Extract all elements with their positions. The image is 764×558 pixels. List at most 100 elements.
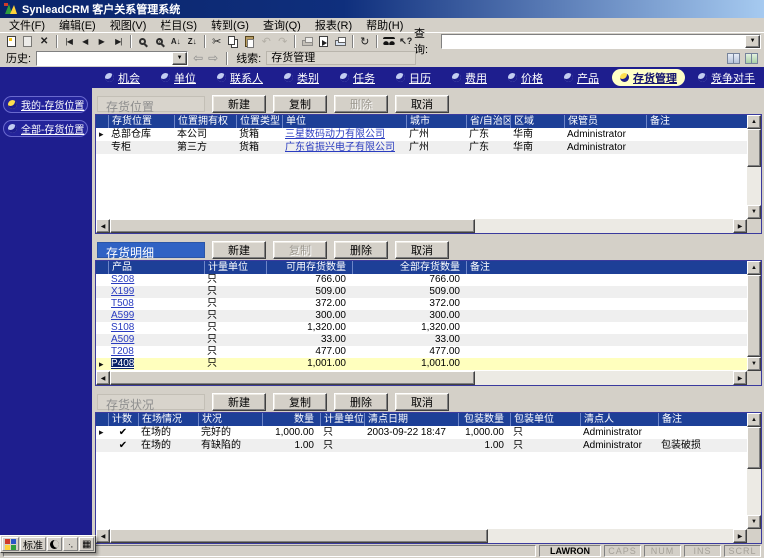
col-keeper[interactable]: 保管员 <box>564 115 646 128</box>
search-icon[interactable] <box>135 34 152 49</box>
tab-price[interactable]: 价格 <box>500 69 551 86</box>
copy-icon[interactable] <box>225 34 242 49</box>
product-link[interactable]: A599 <box>111 310 134 321</box>
col-qty[interactable]: 数量 <box>262 413 320 426</box>
tab-inventory[interactable]: 存货管理 <box>612 69 685 86</box>
table-row[interactable]: S108 只 1,320.00 1,320.00 <box>96 322 747 334</box>
scrollbar-thumb[interactable] <box>110 371 475 385</box>
col-total-qty[interactable]: 全部存货数量 <box>352 261 466 274</box>
tab-opportunity[interactable]: 机会 <box>97 69 148 86</box>
tab-task[interactable]: 任务 <box>332 69 383 86</box>
col-unit[interactable]: 单位 <box>282 115 406 128</box>
history-combobox-value[interactable] <box>37 52 172 65</box>
col-ownership[interactable]: 位置拥有权 <box>174 115 236 128</box>
scrollbar-thumb[interactable] <box>747 275 761 357</box>
col-pack-uom[interactable]: 包装单位 <box>510 413 580 426</box>
detail-copy-button[interactable]: 复制 <box>273 241 327 259</box>
status-delete-button[interactable]: 删除 <box>334 393 388 411</box>
sidebar-item-my-locations[interactable]: 我的-存货位置 <box>3 96 88 113</box>
unit-link[interactable]: 广东省振兴电子有限公司 <box>285 142 395 153</box>
sidebar-item-all-locations[interactable]: 全部-存货位置 <box>3 120 88 137</box>
product-link[interactable]: T508 <box>111 298 134 309</box>
status-cancel-button[interactable]: 取消 <box>395 393 449 411</box>
col-counter[interactable]: 清点人 <box>580 413 658 426</box>
col-region[interactable]: 区域 <box>510 115 564 128</box>
sort-ascending-icon[interactable] <box>168 34 185 49</box>
history-dropdown-icon[interactable] <box>172 51 188 65</box>
scroll-right-icon[interactable] <box>733 371 747 385</box>
next-record-icon[interactable] <box>94 34 111 49</box>
menu-goto[interactable]: 转到(G) <box>204 16 256 34</box>
redo-icon[interactable] <box>275 34 292 49</box>
table-row[interactable]: X199 只 509.00 509.00 <box>96 286 747 298</box>
location-new-button[interactable]: 新建 <box>212 95 266 113</box>
tab-expense[interactable]: 费用 <box>444 69 495 86</box>
scroll-left-icon[interactable] <box>96 371 110 385</box>
paste-icon[interactable] <box>242 34 259 49</box>
query-combobox[interactable] <box>441 33 762 49</box>
menu-file[interactable]: 文件(F) <box>2 16 52 34</box>
delete-record-icon[interactable] <box>36 34 53 49</box>
unit-link[interactable]: 三星数码动力有限公司 <box>285 129 385 140</box>
col-note[interactable]: 备注 <box>466 261 747 274</box>
product-link[interactable]: X199 <box>111 286 134 297</box>
open-book-icon[interactable] <box>727 52 740 64</box>
query-combobox-value[interactable] <box>442 35 745 48</box>
col-counted[interactable]: 计数 <box>108 413 138 426</box>
product-link[interactable]: T208 <box>111 346 134 357</box>
horizontal-scrollbar[interactable] <box>96 371 747 385</box>
menu-edit[interactable]: 编辑(E) <box>52 16 103 34</box>
filter-search-icon[interactable] <box>151 34 168 49</box>
find-icon[interactable] <box>381 34 398 49</box>
context-help-icon[interactable] <box>398 34 415 49</box>
scroll-down-icon[interactable] <box>747 515 761 529</box>
detail-delete-button[interactable]: 删除 <box>334 241 388 259</box>
scroll-left-icon[interactable] <box>96 219 110 233</box>
col-product[interactable]: 产品 <box>108 261 204 274</box>
refresh-icon[interactable] <box>357 34 374 49</box>
selected-table-row[interactable]: P408 只 1,001.00 1,001.00 <box>96 358 747 370</box>
vertical-scrollbar[interactable] <box>747 115 761 219</box>
scroll-right-icon[interactable] <box>733 529 747 543</box>
table-row[interactable]: 专柜 第三方 货箱 广东省振兴电子有限公司 广州 广东 华南 Administr… <box>96 141 747 154</box>
table-row[interactable]: T508 只 372.00 372.00 <box>96 298 747 310</box>
scroll-up-icon[interactable] <box>747 261 761 275</box>
undo-icon[interactable] <box>258 34 275 49</box>
col-presence[interactable]: 在场情况 <box>138 413 198 426</box>
product-link[interactable]: S108 <box>111 322 134 333</box>
horizontal-scrollbar[interactable] <box>96 529 747 543</box>
col-city[interactable]: 城市 <box>406 115 466 128</box>
cut-icon[interactable] <box>209 34 226 49</box>
scroll-down-icon[interactable] <box>747 357 761 371</box>
print-icon[interactable] <box>299 34 316 49</box>
ime-mode-button[interactable]: 标准 <box>20 537 46 552</box>
col-location[interactable]: 存货位置 <box>108 115 174 128</box>
menu-view[interactable]: 视图(V) <box>103 16 154 34</box>
history-combobox[interactable] <box>36 50 189 66</box>
col-count-date[interactable]: 清点日期 <box>364 413 458 426</box>
col-province[interactable]: 省/自治区 <box>466 115 510 128</box>
scroll-down-icon[interactable] <box>747 205 761 219</box>
col-condition[interactable]: 状况 <box>198 413 262 426</box>
location-delete-button[interactable]: 删除 <box>334 95 388 113</box>
vertical-scrollbar[interactable] <box>747 261 761 371</box>
scrollbar-thumb[interactable] <box>110 219 475 233</box>
ime-soft-keyboard-icon[interactable] <box>79 537 95 551</box>
tab-contact[interactable]: 联系人 <box>209 69 271 86</box>
detail-cancel-button[interactable]: 取消 <box>395 241 449 259</box>
col-uom[interactable]: 计量单位 <box>204 261 266 274</box>
tab-calendar[interactable]: 日历 <box>388 69 439 86</box>
edit-record-icon[interactable] <box>20 34 37 49</box>
tab-competitor[interactable]: 竞争对手 <box>690 69 763 86</box>
history-forward-icon[interactable]: ⇨ <box>208 52 218 64</box>
col-pack-qty[interactable]: 包装数量 <box>458 413 510 426</box>
ime-logo-icon[interactable] <box>2 537 19 551</box>
product-link[interactable]: A509 <box>111 334 134 345</box>
table-row[interactable]: ✔ 在场的 有缺陷的 1.00 只 1.00 只 Administrator 包… <box>96 439 747 452</box>
col-note[interactable]: 备注 <box>646 115 747 128</box>
status-copy-button[interactable]: 复制 <box>273 393 327 411</box>
status-new-button[interactable]: 新建 <box>212 393 266 411</box>
prev-record-icon[interactable] <box>77 34 94 49</box>
scrollbar-thumb[interactable] <box>747 129 761 167</box>
table-row[interactable]: A509 只 33.00 33.00 <box>96 334 747 346</box>
